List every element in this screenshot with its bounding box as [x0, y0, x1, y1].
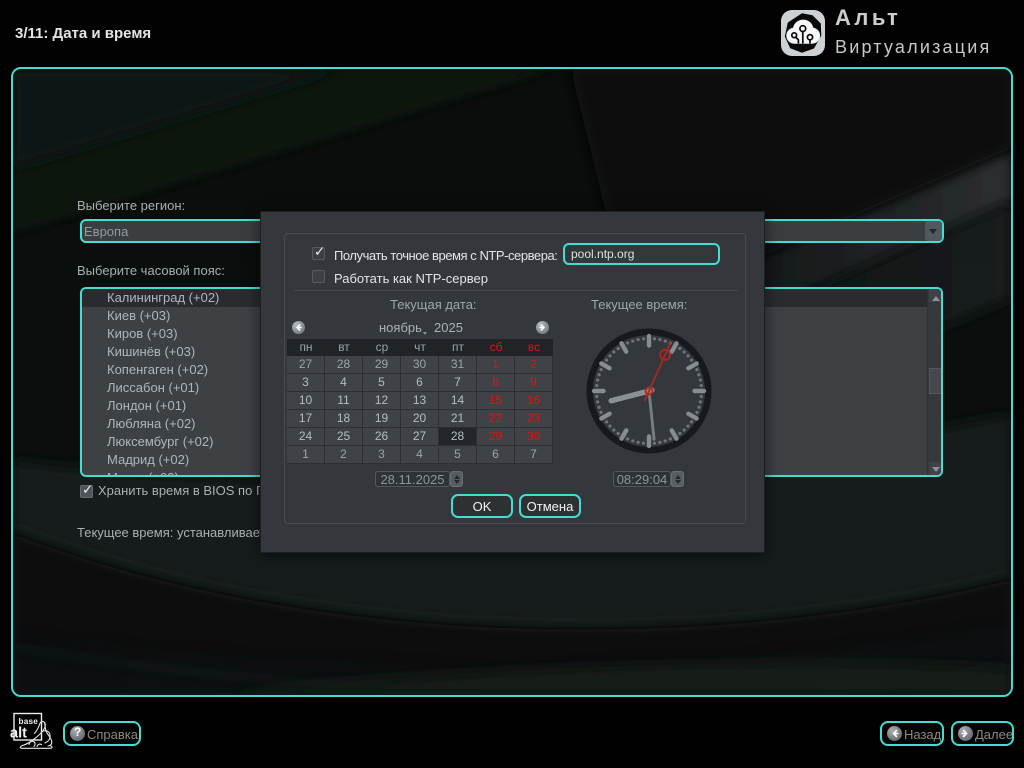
svg-text:alt: alt — [10, 726, 27, 742]
